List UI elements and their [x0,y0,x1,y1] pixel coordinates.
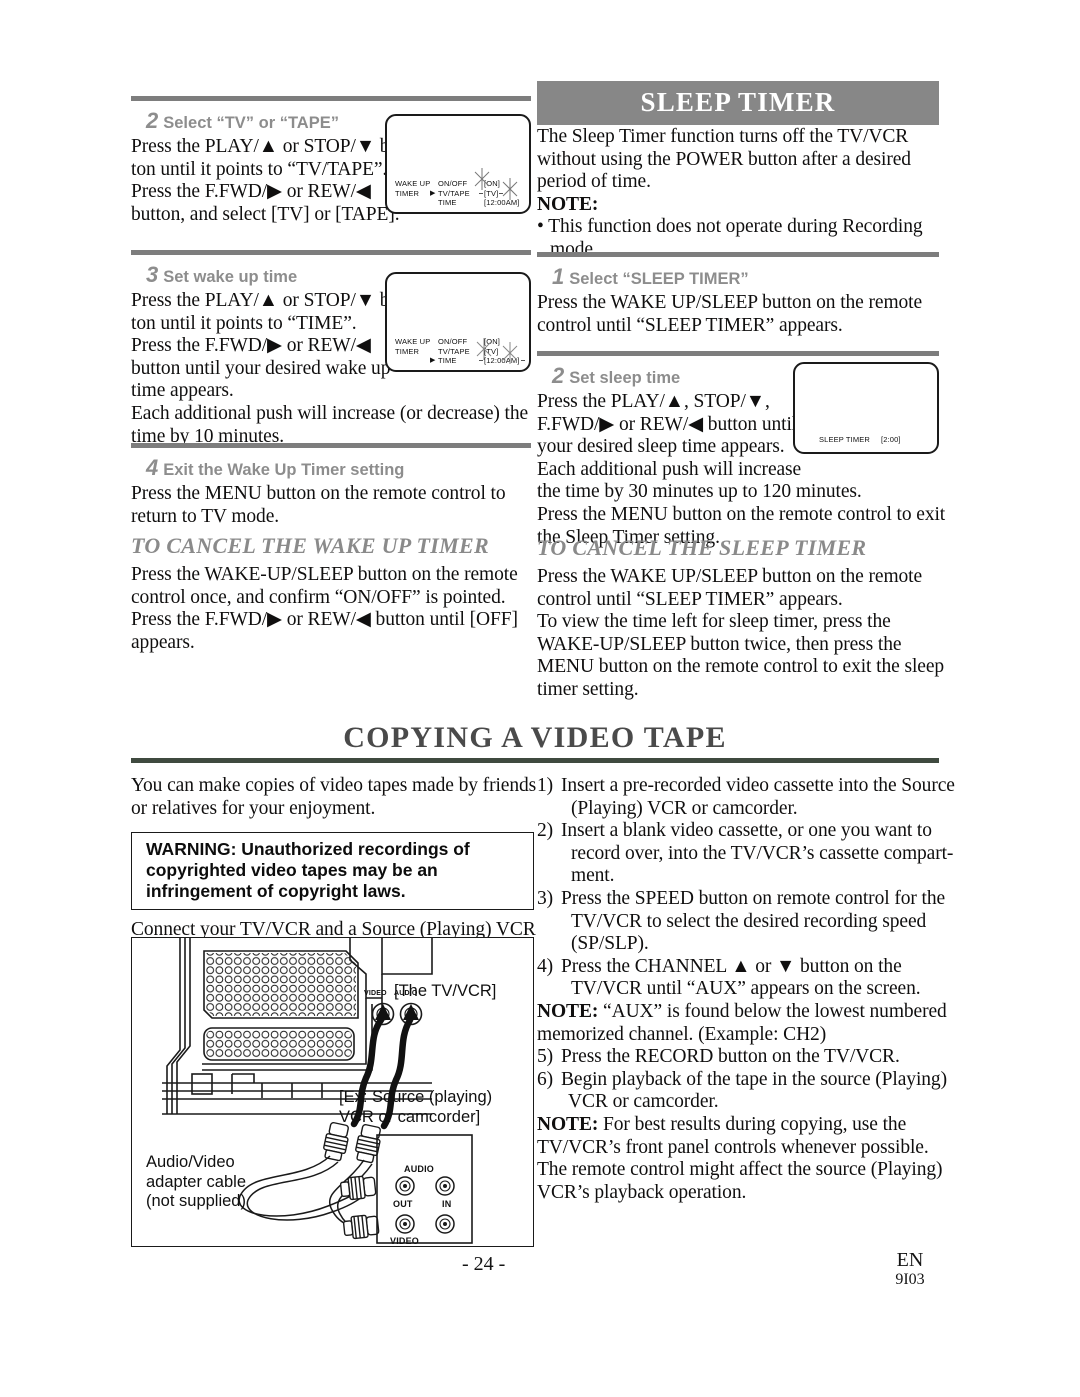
copying-intro: You can make copies of video tapes made … [131,775,537,819]
note-label: NOTE: [537,193,599,215]
copying-step-item: 4) Press the CHANNEL ▲ or ▼ button on th… [537,955,921,1000]
step-divider-rule [537,351,939,356]
copyright-warning-box: WARNING: Unauthorized recordings of copy… [131,832,534,911]
step-3-number: 3 [146,262,159,287]
sleep-timer-intro: The Sleep Timer function turns off the T… [537,126,939,262]
copying-step-item: 5) Press the RECORD button on the TV/VCR… [537,1046,900,1068]
cancel-sleep-block: TO CANCEL THE SLEEP TIMER Press the WAKE… [537,535,945,702]
cancel-sleep-text: Press the WAKE UP/SLEEP button on the re… [537,566,945,700]
copying-note-1: NOTE: “AUX” is found below the lowest nu… [537,1000,947,1045]
osd-screen-wake-up-time: WAKE UP ON/OFF [ON] TIMER TV/TAPE [TV] ▶… [385,272,531,372]
connection-diagram: VIDEO AUDIO AUDIO OUT IN VIDEO [The TV/V… [131,937,534,1247]
step-3-text-upper: Press the PLAY/▲ or STOP/▼ but- ton unti… [131,290,411,402]
sleep-step-1-heading: 1 Select “SLEEP TIMER” [537,264,939,290]
step-2-title: Select “TV” or “TAPE” [163,114,339,132]
osd-row-2: TIMER TV/TAPE [TV] [395,346,499,356]
step-3-text-lower: Each additional push will increase (or d… [131,402,529,447]
cancel-wakeup-text: Press the WAKE-UP/SLEEP button on the re… [131,564,518,653]
copying-section-header: COPYING A VIDEO TAPE [131,721,939,763]
osd-content: WAKE UP ON/OFF [ON] TIMER TV/TAPE [TV] ▶… [387,337,529,365]
step-4-block: 4 Exit the Wake Up Timer setting Press th… [131,443,531,528]
copying-step-item: 1) Insert a pre-recorded video cassette … [537,775,955,819]
step-4-title: Exit the Wake Up Timer setting [163,461,405,479]
step-2-text: Press the PLAY/▲ or STOP/▼ but- ton unti… [131,136,411,225]
copying-title: COPYING A VIDEO TAPE [343,721,727,754]
sleep-step-1-block: 1 Select “SLEEP TIMER” Press the WAKE UP/… [537,252,939,337]
osd-screen-wake-up-tvtape: WAKE UP ON/OFF [ON] TIMER ▶ TV/TAPE [TV] … [385,114,531,214]
osd-content: SLEEP TIMER [2:00] [795,435,937,444]
step-divider-rule [537,252,939,257]
osd-row-3: ▶ TIME [12:00AM] [430,355,525,365]
osd-row-1: WAKE UP ON/OFF [ON] [395,337,501,347]
copying-step-item: 2) Insert a blank video cassette, or one… [537,820,954,887]
step-4-heading: 4 Exit the Wake Up Timer setting [131,455,531,481]
copying-steps-list: 1) Insert a pre-recorded video cassette … [537,775,955,1204]
copying-title-rule [131,758,939,763]
note-label: NOTE: [537,1113,599,1135]
note-label: NOTE: [537,1000,599,1022]
page-number: - 24 - [462,1253,506,1275]
manual-page: 2 Select “TV” or “TAPE” Press the PLAY/▲ … [0,0,1080,1397]
sleep-step-1-text: Press the WAKE UP/SLEEP button on the re… [537,292,923,336]
osd-pointer-icon: ▶ [430,190,436,198]
panel-video-label: VIDEO [390,1236,420,1246]
note-bullet: • This function does not operate during … [537,216,923,238]
step-divider-rule [131,443,531,448]
step-4-text: Press the MENU button on the remote cont… [131,483,506,527]
adapter-cable-callout: Audio/Video adapter cable (not supplied) [146,1153,246,1210]
copying-step-item: 3) Press the SPEED button on remote cont… [537,887,946,955]
panel-in-label: IN [442,1199,452,1209]
osd-row-3: TIME [12:00AM] [438,197,520,207]
step-4-number: 4 [146,455,159,480]
step-divider-rule [131,96,531,101]
source-device-callout: [Ex: Source (playing) VCR or camcorder] [339,1088,493,1126]
copying-step-item: 6) Begin playback of the tape in the sou… [537,1068,947,1113]
sleep-step-2-number: 2 [552,363,565,388]
osd-row-1: WAKE UP ON/OFF [ON] [395,179,501,189]
sleep-timer-banner: SLEEP TIMER [537,81,939,125]
sleep-step-1-number: 1 [552,264,565,289]
panel-audio-label: AUDIO [404,1164,434,1174]
copying-note-2: NOTE: For best results during copying, u… [537,1113,943,1203]
copying-left-text: You can make copies of video tapes made … [131,775,537,964]
sleep-step-1-title: Select “SLEEP TIMER” [569,270,749,288]
step-3-title: Set wake up time [163,268,298,286]
sleep-timer-title: SLEEP TIMER [537,81,939,125]
step-2-number: 2 [146,108,159,133]
osd-row-sleep: SLEEP TIMER [2:00] [819,434,901,444]
cancel-sleep-heading: TO CANCEL THE SLEEP TIMER [537,535,867,560]
sleep-step-2-text-upper: Press the PLAY/▲, STOP/▼, F.FWD/▶ or REW… [537,391,802,480]
cancel-wakeup-heading: TO CANCEL THE WAKE UP TIMER [131,533,489,558]
osd-screen-sleep-timer: SLEEP TIMER [2:00] [793,362,939,454]
document-code: 9I03 [895,1271,925,1288]
step-divider-rule [131,250,531,255]
sleep-step-2-title: Set sleep time [569,369,681,387]
tvvcr-callout: [The TV/VCR] [394,982,497,1000]
cancel-wakeup-block: TO CANCEL THE WAKE UP TIMER Press the WA… [131,533,531,654]
osd-content: WAKE UP ON/OFF [ON] TIMER ▶ TV/TAPE [TV] … [387,179,529,207]
osd-row-2: TIMER ▶ TV/TAPE [TV] [395,188,504,198]
language-code: EN [896,1249,924,1271]
tv-video-jack-label: VIDEO [364,990,387,997]
osd-pointer-icon: ▶ [430,357,436,365]
panel-out-label: OUT [393,1199,413,1209]
